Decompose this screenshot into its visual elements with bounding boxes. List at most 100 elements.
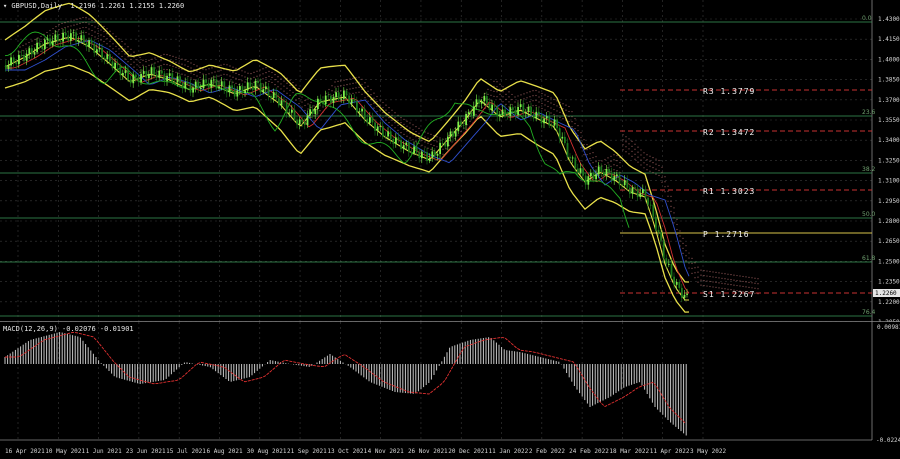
cloud-dot — [211, 77, 213, 79]
cloud-dot — [622, 149, 624, 151]
cloud-dot — [136, 69, 138, 71]
cloud-dot — [511, 93, 513, 96]
price-chart[interactable]: 1.4300 1.4150 1.4000 1.3850 1.3700 1.3550 1.34… — [0, 0, 900, 322]
cloud-dot — [733, 274, 735, 276]
macd-chart[interactable]: 16 Apr 2021 10 May 2021 1 Jun 2021 23 Jun 2… — [0, 322, 900, 459]
cloud-dot — [352, 77, 354, 79]
cloud-dot — [406, 125, 408, 127]
candle-body — [649, 204, 652, 206]
candle-body — [647, 197, 649, 205]
cloud-dot — [190, 62, 192, 64]
cloud-dot — [706, 270, 708, 272]
fib-level-label: 0.0 — [862, 15, 872, 22]
cloud-dot — [424, 131, 426, 133]
fib-level-label: 50.0 — [862, 211, 876, 218]
cloud-dot — [655, 173, 657, 175]
cloud-dot — [415, 131, 417, 133]
cloud-dot — [418, 127, 420, 129]
cloud-dot — [379, 109, 381, 111]
cloud-dot — [514, 101, 516, 103]
cloud-dot — [748, 276, 750, 278]
price-axis-label: 1.3250 — [878, 157, 900, 164]
candle-body — [124, 70, 127, 74]
cloud-dot — [139, 61, 141, 64]
cloud-dot — [262, 73, 264, 75]
cloud-dot — [511, 103, 513, 106]
cloud-dot — [235, 77, 237, 79]
cloud-dot — [754, 277, 756, 279]
cloud-dot — [748, 291, 750, 293]
cloud-dot — [691, 267, 693, 269]
cloud-dot — [229, 75, 231, 77]
candle-body — [665, 258, 668, 264]
cloud-dot — [196, 65, 198, 67]
cloud-dot — [160, 60, 162, 62]
cloud-dot — [733, 289, 735, 291]
candle-body — [20, 54, 23, 56]
cloud-dot — [391, 119, 393, 121]
candle-body — [98, 47, 101, 50]
cloud-dot — [289, 79, 291, 81]
cloud-dot — [745, 291, 747, 293]
cloud-dot — [586, 154, 588, 156]
cloud-dot — [649, 165, 651, 167]
cloud-dot — [733, 279, 735, 281]
candle-body — [249, 82, 252, 87]
cloud-dot — [349, 83, 351, 85]
cloud-dot — [121, 40, 123, 43]
cloud-dot — [727, 273, 729, 275]
cloud-dot — [397, 114, 399, 116]
cloud-dot — [592, 152, 594, 154]
cloud-dot — [682, 247, 684, 249]
cloud-dot — [613, 164, 615, 166]
cloud-dot — [514, 96, 516, 98]
cloud-dot — [541, 92, 543, 95]
candle-body — [465, 114, 467, 125]
cloud-dot — [748, 281, 750, 283]
cloud-dot — [121, 50, 123, 53]
cloud-dot — [748, 286, 750, 288]
time-axis-label: 13 Oct 2021 — [327, 448, 367, 455]
cloud-dot — [247, 72, 249, 74]
cloud-dot — [358, 91, 360, 93]
cloud-dot — [544, 94, 546, 96]
cloud-dot — [139, 56, 141, 59]
candle-body — [31, 48, 33, 55]
cloud-dot — [235, 72, 237, 74]
fib-level-label: 23.6 — [862, 109, 876, 116]
cloud-dot — [574, 123, 576, 125]
cloud-dot — [736, 284, 738, 287]
cloud-dot — [133, 51, 135, 53]
cloud-dot — [367, 85, 369, 87]
cloud-dot — [76, 18, 78, 20]
cloud-dot — [88, 28, 90, 30]
cloud-dot — [427, 142, 429, 144]
candle-body — [509, 107, 512, 117]
cloud-dot — [187, 75, 189, 78]
cloud-dot — [445, 138, 447, 140]
chart-window[interactable]: 1.4300 1.4150 1.4000 1.3850 1.3700 1.3550 1.34… — [0, 0, 900, 459]
cloud-dot — [577, 125, 579, 127]
candle-body — [436, 154, 439, 156]
candle-body — [132, 74, 135, 84]
candle-body — [101, 47, 103, 58]
cloud-dot — [19, 46, 21, 48]
candle-body — [51, 40, 54, 46]
cloud-dot — [223, 63, 225, 65]
cloud-dot — [736, 289, 738, 292]
candle-body — [163, 73, 166, 82]
candle-body — [145, 71, 148, 79]
cloud-dot — [64, 27, 66, 29]
candle-body — [85, 42, 88, 48]
cloud-dot — [601, 165, 603, 167]
cloud-dot — [58, 29, 60, 31]
cloud-dot — [370, 89, 372, 91]
cloud-dot — [46, 31, 48, 34]
cloud-dot — [250, 78, 252, 80]
cloud-dot — [238, 84, 240, 86]
cloud-dot — [697, 276, 699, 278]
cloud-dot — [385, 109, 387, 111]
candle-body — [181, 83, 184, 89]
candle-body — [449, 131, 452, 137]
cloud-dot — [655, 168, 657, 170]
